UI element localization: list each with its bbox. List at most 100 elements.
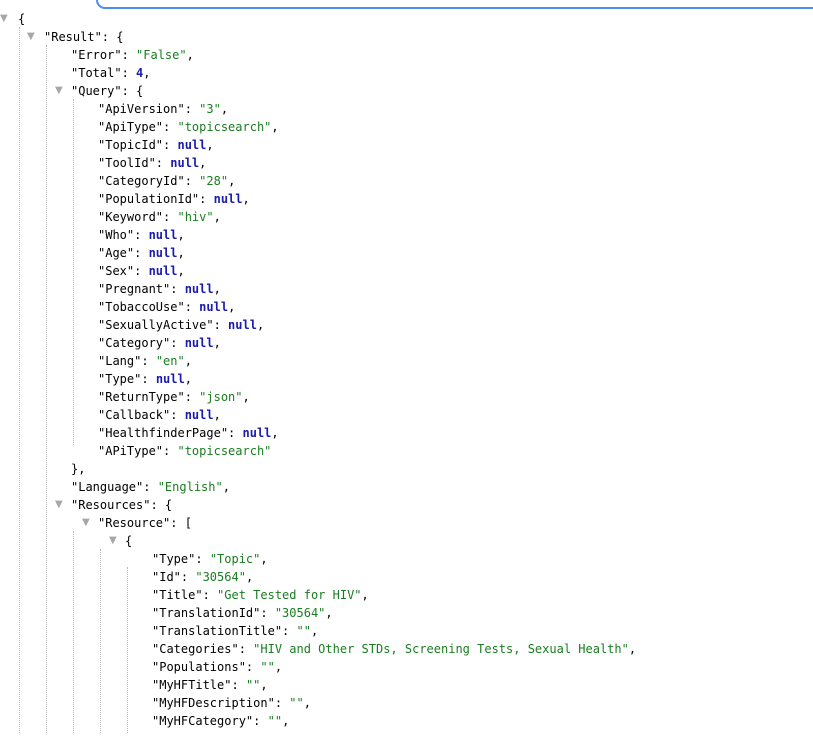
json-key: "PopulationId"	[98, 192, 200, 206]
json-string-value: "28"	[199, 174, 229, 188]
triangle-down-icon[interactable]: ▼	[55, 82, 65, 100]
json-punctuation: :	[195, 552, 210, 566]
json-key: "Categories"	[152, 642, 239, 656]
json-punctuation: :	[274, 696, 290, 710]
json-string-value: ""	[260, 660, 275, 674]
json-line: "ReturnType": "json",	[98, 388, 250, 406]
json-punctuation: :	[245, 660, 261, 674]
json-line: "Who": null,	[98, 226, 185, 244]
triangle-down-icon[interactable]: ▼	[55, 496, 65, 514]
json-punctuation: ,	[628, 642, 637, 656]
json-string-value: "30564"	[195, 570, 246, 584]
json-punctuation: ,	[220, 102, 229, 116]
json-string-value: "hiv"	[177, 210, 214, 224]
json-punctuation: ,	[213, 336, 221, 350]
json-key: "MyHFDescription"	[152, 696, 275, 710]
json-key: "Resources"	[71, 498, 151, 512]
json-string-value: "False"	[136, 48, 187, 62]
json-key: "Title"	[152, 588, 203, 602]
json-punctuation: :	[238, 642, 254, 656]
indent-guide	[73, 531, 74, 733]
json-key: "Sex"	[98, 264, 135, 278]
json-line: "Categories": "HIV and Other STDs, Scree…	[152, 640, 636, 658]
json-key: "Type"	[152, 552, 196, 566]
json-line: "MyHFDescription": "",	[152, 694, 311, 712]
json-punctuation: ,	[228, 300, 236, 314]
json-string-value: "English"	[157, 480, 223, 494]
json-punctuation: ,	[245, 570, 254, 584]
json-null-value: null	[148, 246, 178, 260]
json-punctuation: },	[71, 462, 86, 476]
json-punctuation: : {	[101, 30, 124, 44]
json-key: "TranslationTitle"	[152, 624, 283, 638]
json-key: "ApiType"	[98, 120, 164, 134]
json-line: "TobaccoUse": null,	[98, 298, 235, 316]
json-string-value: "json"	[199, 390, 243, 404]
json-punctuation: :	[184, 300, 200, 314]
json-punctuation: :	[184, 102, 200, 116]
json-key: "ReturnType"	[98, 390, 185, 404]
json-line: "Id": "30564",	[152, 568, 253, 586]
json-punctuation: ,	[325, 606, 333, 620]
json-key: "Resource"	[98, 516, 171, 530]
json-null-value: null	[213, 192, 243, 206]
json-punctuation: ,	[310, 624, 319, 638]
json-punctuation: :	[134, 264, 149, 278]
json-key: "Age"	[98, 246, 135, 260]
json-line: "Pregnant": null,	[98, 280, 221, 298]
json-line: "APiType": "topicsearch"	[98, 442, 271, 460]
json-line: "Resource": [	[98, 514, 192, 532]
json-punctuation: ,	[186, 48, 194, 62]
json-key: "SexuallyActive"	[98, 318, 214, 332]
json-string-value: "topicsearch"	[177, 444, 272, 458]
json-key: "MyHFTitle"	[152, 678, 232, 692]
json-null-value: null	[184, 408, 214, 422]
json-line: "ApiVersion": "3",	[98, 100, 228, 118]
json-punctuation: ,	[242, 390, 250, 404]
json-key: "Lang"	[98, 354, 142, 368]
json-line: },	[71, 460, 85, 478]
indent-guide	[46, 45, 47, 733]
json-punctuation: :	[134, 246, 149, 260]
json-punctuation: :	[163, 444, 178, 458]
json-key: "Populations"	[152, 660, 246, 674]
json-null-value: null	[170, 156, 200, 170]
indent-guide	[100, 549, 101, 733]
json-key: "Total"	[71, 66, 122, 80]
json-punctuation: :	[121, 48, 137, 62]
json-null-value: null	[177, 138, 207, 152]
json-punctuation: :	[231, 678, 246, 692]
json-punctuation: : {	[150, 498, 173, 512]
json-line: "Title": "Get Tested for HIV",	[152, 586, 369, 604]
json-line: "Resources": {	[71, 496, 172, 514]
triangle-down-icon[interactable]: ▼	[27, 28, 37, 46]
json-null-value: null	[242, 426, 272, 440]
json-punctuation: :	[141, 354, 156, 368]
json-key: "Id"	[152, 570, 181, 584]
json-punctuation: ,	[222, 480, 230, 494]
json-string-value: "3"	[199, 102, 221, 116]
json-null-value: null	[199, 300, 229, 314]
json-line: "Total": 4,	[71, 64, 151, 82]
json-punctuation: :	[184, 390, 200, 404]
json-null-value: null	[148, 264, 178, 278]
json-string-value: ""	[289, 696, 304, 710]
json-line: "Error": "False",	[71, 46, 194, 64]
json-line: "ApiType": "topicsearch",	[98, 118, 279, 136]
json-line: "Category": null,	[98, 334, 221, 352]
json-key: "Type"	[98, 372, 142, 386]
json-punctuation: ,	[303, 696, 311, 710]
json-punctuation: {	[18, 12, 26, 26]
json-key: "TobaccoUse"	[98, 300, 185, 314]
json-punctuation: ,	[177, 246, 185, 260]
triangle-down-icon[interactable]: ▼	[109, 532, 119, 550]
json-punctuation: :	[282, 624, 297, 638]
triangle-down-icon[interactable]: ▼	[82, 514, 92, 532]
indent-guide	[127, 567, 128, 733]
json-punctuation: ,	[177, 228, 185, 242]
json-punctuation: ,	[184, 354, 192, 368]
json-key: "Language"	[71, 480, 144, 494]
json-string-value: "en"	[155, 354, 185, 368]
triangle-down-icon[interactable]: ▼	[0, 10, 10, 28]
json-null-value: null	[184, 282, 214, 296]
